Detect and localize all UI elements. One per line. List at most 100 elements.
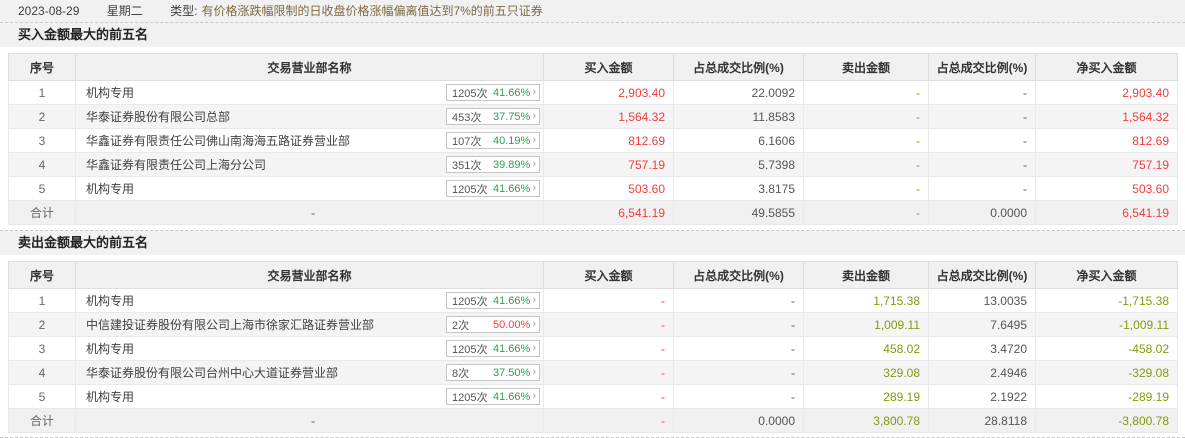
broker-name: - xyxy=(311,205,315,220)
sell-amount-cell: - xyxy=(803,104,929,129)
column-header: 占总成交比例(%) xyxy=(928,53,1036,81)
column-header: 交易营业部名称 xyxy=(75,261,544,289)
badge-times: 351次 xyxy=(452,159,482,172)
history-badge[interactable]: 1205次 41.66% › xyxy=(446,180,540,197)
badge-percent: 41.66% xyxy=(493,342,531,355)
sell-pct-cell: - xyxy=(928,152,1036,177)
chevron-right-icon: › xyxy=(532,182,536,194)
chevron-right-icon: › xyxy=(532,366,536,378)
rank-cell: 5 xyxy=(8,384,76,409)
net-amount-cell: 757.19 xyxy=(1035,152,1178,177)
buy-pct-cell: - xyxy=(673,288,804,313)
rank-cell: 5 xyxy=(8,176,76,201)
sell-section-title: 卖出金额最大的前五名 xyxy=(0,231,1185,255)
net-amount-cell: -458.02 xyxy=(1035,336,1178,361)
badge-percent: 41.66% xyxy=(493,86,531,99)
broker-name: 机构专用 xyxy=(86,294,135,308)
badge-times: 453次 xyxy=(452,111,482,124)
broker-name: - xyxy=(311,413,315,428)
sell-pct-cell: - xyxy=(928,128,1036,153)
chevron-right-icon: › xyxy=(532,86,536,98)
buy-pct-cell: - xyxy=(673,384,804,409)
history-badge[interactable]: 107次 40.19% › xyxy=(446,132,540,149)
history-badge[interactable]: 351次 39.89% › xyxy=(446,156,540,173)
rank-cell: 4 xyxy=(8,360,76,385)
broker-name: 机构专用 xyxy=(86,390,135,404)
sell-pct-cell: 28.8118 xyxy=(928,408,1036,433)
history-badge[interactable]: 1205次 41.66% › xyxy=(446,292,540,309)
buy-pct-cell: 0.0000 xyxy=(673,408,804,433)
buy-pct-cell: 3.8175 xyxy=(673,176,804,201)
buy-pct-cell: 6.1606 xyxy=(673,128,804,153)
badge-percent: 39.89% xyxy=(493,158,531,171)
history-badge[interactable]: 2次 50.00% › xyxy=(446,316,540,333)
buy-pct-cell: 11.8583 xyxy=(673,104,804,129)
buy-amount-cell: 503.60 xyxy=(543,176,674,201)
column-header: 卖出金额 xyxy=(803,261,929,289)
chevron-right-icon: › xyxy=(532,294,536,306)
broker-name: 机构专用 xyxy=(86,342,135,356)
column-header: 序号 xyxy=(8,53,76,81)
buy-pct-cell: 5.7398 xyxy=(673,152,804,177)
badge-times: 1205次 xyxy=(452,183,488,196)
net-amount-cell: -3,800.78 xyxy=(1035,408,1178,433)
date-text: 2023-08-29 xyxy=(18,4,80,18)
buy-amount-cell: - xyxy=(543,360,674,385)
history-badge[interactable]: 1205次 41.66% › xyxy=(446,84,540,101)
table-row: 1 机构专用 1205次 41.66% › - -1,715.38 13.0035 -1,715… xyxy=(8,288,1178,313)
sell-pct-cell: 0.0000 xyxy=(928,200,1036,225)
net-amount-cell: 1,564.32 xyxy=(1035,104,1178,129)
rank-cell: 合计 xyxy=(8,200,76,225)
buy-amount-cell: 812.69 xyxy=(543,128,674,153)
history-badge[interactable]: 1205次 41.66% › xyxy=(446,340,540,357)
chevron-right-icon: › xyxy=(532,158,536,170)
badge-percent: 37.50% xyxy=(493,366,531,379)
broker-cell: 机构专用 1205次 41.66% › xyxy=(75,176,544,201)
chevron-right-icon: › xyxy=(532,390,536,402)
sell-amount-cell: - xyxy=(803,128,929,153)
buy-amount-cell: - xyxy=(543,384,674,409)
sell-amount-cell: 458.02 xyxy=(803,336,929,361)
broker-cell-content: 机构专用 1205次 41.66% › xyxy=(86,177,540,200)
column-header: 占总成交比例(%) xyxy=(673,261,804,289)
net-amount-cell: -1,009.11 xyxy=(1035,312,1178,337)
broker-cell: 华鑫证券有限责任公司上海分公司 351次 39.89% › xyxy=(75,152,544,177)
broker-cell: 机构专用 1205次 41.66% › xyxy=(75,384,544,409)
badge-percent: 41.66% xyxy=(493,390,531,403)
sell-amount-cell: - xyxy=(803,176,929,201)
history-badge[interactable]: 1205次 41.66% › xyxy=(446,388,540,405)
history-badge[interactable]: 453次 37.75% › xyxy=(446,108,540,125)
table-row: 2 中信建投证券股份有限公司上海市徐家汇路证券营业部 2次 50.00% › - -1,00… xyxy=(8,312,1178,337)
column-header: 买入金额 xyxy=(543,53,674,81)
broker-name: 中信建投证券股份有限公司上海市徐家汇路证券营业部 xyxy=(86,318,375,332)
column-header: 卖出金额 xyxy=(803,53,929,81)
sell-pct-cell: 7.6495 xyxy=(928,312,1036,337)
broker-cell-content: 华泰证券股份有限公司台州中心大道证券营业部 8次 37.50% › xyxy=(86,361,540,384)
badge-times: 1205次 xyxy=(452,295,488,308)
sell-pct-cell: 13.0035 xyxy=(928,288,1036,313)
sell-amount-cell: 289.19 xyxy=(803,384,929,409)
table-row: 1 机构专用 1205次 41.66% › 2,903.40 22.0092- -2,903.… xyxy=(8,80,1178,105)
buy-amount-cell: - xyxy=(543,312,674,337)
broker-cell: 机构专用 1205次 41.66% › xyxy=(75,288,544,313)
column-header: 净买入金额 xyxy=(1035,53,1178,81)
rank-cell: 2 xyxy=(8,104,76,129)
buy-table: 序号 交易营业部名称 买入金额 占总成交比例(%) 卖出金额 占总成交比例(%) 净买入金额… xyxy=(8,53,1178,225)
buy-section-title: 买入金额最大的前五名 xyxy=(0,23,1185,47)
broker-name: 华鑫证券有限责任公司上海分公司 xyxy=(86,158,267,172)
broker-cell-content: 机构专用 1205次 41.66% › xyxy=(86,289,540,312)
broker-cell: 中信建投证券股份有限公司上海市徐家汇路证券营业部 2次 50.00% › xyxy=(75,312,544,337)
badge-percent: 50.00% xyxy=(493,318,531,331)
sell-amount-cell: 1,715.38 xyxy=(803,288,929,313)
header-row: 序号 交易营业部名称 买入金额 占总成交比例(%) 卖出金额 占总成交比例(%) 净买入金额 xyxy=(8,53,1178,81)
broker-cell: 华泰证券股份有限公司台州中心大道证券营业部 8次 37.50% › xyxy=(75,360,544,385)
sell-amount-cell: - xyxy=(803,200,929,225)
broker-cell-content: 机构专用 1205次 41.66% › xyxy=(86,81,540,104)
total-row: 合计 - -0.0000 3,800.78 28.8118 -3,800.78 xyxy=(8,408,1178,433)
badge-times: 1205次 xyxy=(452,391,488,404)
history-badge[interactable]: 8次 37.50% › xyxy=(446,364,540,381)
rank-cell: 3 xyxy=(8,336,76,361)
broker-cell: 华泰证券股份有限公司总部 453次 37.75% › xyxy=(75,104,544,129)
badge-percent: 40.19% xyxy=(493,134,531,147)
type-label: 类型: xyxy=(170,4,198,18)
